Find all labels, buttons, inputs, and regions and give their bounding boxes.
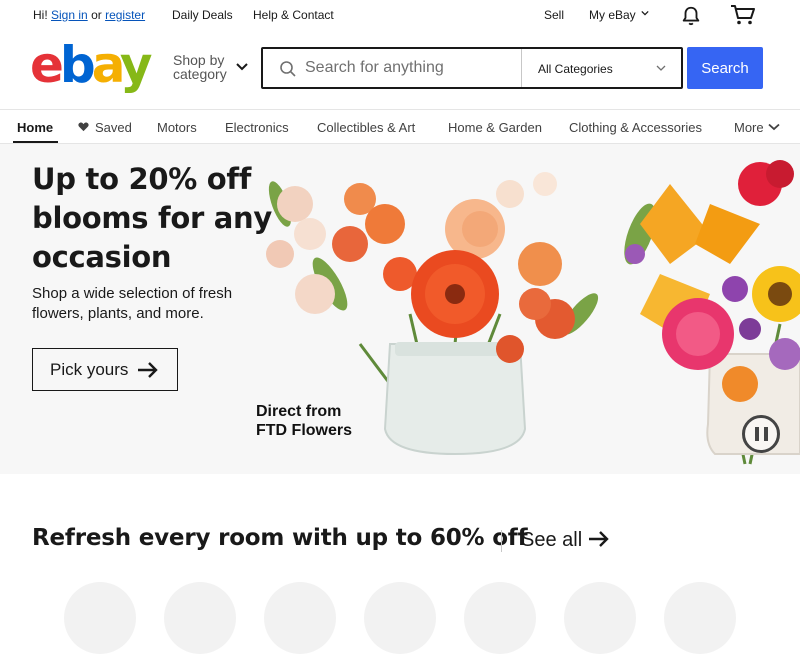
- nav-item-more-label: More: [734, 120, 764, 135]
- category-nav: Home Saved Motors Electronics Collectibl…: [0, 110, 800, 144]
- arrow-right-icon: [589, 531, 609, 547]
- nav-item-saved-label: Saved: [95, 120, 132, 135]
- pause-button[interactable]: [742, 415, 780, 453]
- chevron-down-icon: [656, 65, 666, 71]
- category-select-value: All Categories: [538, 62, 613, 76]
- or-text: or: [91, 8, 102, 22]
- top-utility-bar: Hi! Sign in or register Daily Deals Help…: [0, 0, 800, 30]
- see-all-label: See all: [521, 529, 583, 551]
- help-contact-link[interactable]: Help & Contact: [253, 8, 334, 22]
- chevron-down-icon: [768, 123, 780, 131]
- heart-icon: [78, 122, 89, 132]
- nav-item-home-garden[interactable]: Home & Garden: [448, 120, 542, 135]
- hero-banner[interactable]: Up to 20% off blooms for any occasion Sh…: [0, 144, 800, 474]
- pause-icon: [764, 427, 768, 441]
- bell-icon[interactable]: [680, 5, 702, 27]
- chevron-down-icon[interactable]: [235, 62, 249, 72]
- daily-deals-link[interactable]: Daily Deals: [172, 8, 233, 22]
- pick-yours-button[interactable]: Pick yours: [32, 348, 178, 391]
- arrow-right-icon: [138, 362, 158, 378]
- category-select[interactable]: All Categories: [521, 49, 681, 87]
- my-ebay-menu[interactable]: My eBay: [589, 8, 649, 22]
- logo-letter: e: [30, 36, 64, 94]
- nav-item-clothing-accessories[interactable]: Clothing & Accessories: [569, 120, 702, 135]
- search-input[interactable]: [305, 57, 515, 79]
- pause-icon: [755, 427, 759, 441]
- nav-item-saved[interactable]: Saved: [78, 120, 132, 135]
- category-thumbnails: [0, 582, 800, 654]
- divider: [501, 530, 502, 552]
- nav-item-electronics[interactable]: Electronics: [225, 120, 289, 135]
- nav-item-home[interactable]: Home: [17, 120, 53, 135]
- greeting-text: Hi!: [33, 8, 48, 22]
- category-thumbnail[interactable]: [364, 582, 436, 654]
- header: ebay Shop by category All Categories Sea…: [0, 30, 800, 110]
- logo-letter: b: [59, 36, 96, 94]
- section-title: Refresh every room with up to 60% off: [32, 525, 528, 551]
- search-button[interactable]: Search: [687, 47, 763, 89]
- search-icon: [280, 61, 296, 77]
- category-thumbnail[interactable]: [264, 582, 336, 654]
- ebay-logo[interactable]: ebay: [30, 40, 152, 90]
- sell-link[interactable]: Sell: [544, 8, 564, 22]
- category-thumbnail[interactable]: [64, 582, 136, 654]
- nav-item-more[interactable]: More: [734, 120, 780, 135]
- category-thumbnail[interactable]: [464, 582, 536, 654]
- sign-in-link[interactable]: Sign in: [51, 8, 88, 22]
- hero-title: Up to 20% off blooms for any occasion: [32, 162, 272, 274]
- logo-letter: a: [91, 36, 124, 94]
- my-ebay-label: My eBay: [589, 8, 636, 22]
- nav-item-motors[interactable]: Motors: [157, 120, 197, 135]
- search-bar: All Categories: [261, 47, 683, 89]
- category-thumbnail[interactable]: [664, 582, 736, 654]
- pick-yours-label: Pick yours: [50, 359, 129, 379]
- logo-letter: y: [119, 36, 153, 94]
- category-thumbnail[interactable]: [164, 582, 236, 654]
- active-tab-indicator: [13, 141, 58, 143]
- greeting: Hi! Sign in or register: [33, 8, 145, 22]
- hero-subtitle: Shop a wide selection of fresh flowers, …: [32, 285, 233, 322]
- cart-icon[interactable]: [730, 4, 756, 26]
- see-all-link[interactable]: See all: [521, 529, 610, 552]
- register-link[interactable]: register: [105, 8, 145, 22]
- shop-by-category-button[interactable]: Shop by category: [173, 53, 233, 81]
- category-thumbnail[interactable]: [564, 582, 636, 654]
- nav-item-collectibles-art[interactable]: Collectibles & Art: [317, 120, 415, 135]
- brand-tag: Direct from FTD Flowers: [256, 403, 353, 439]
- chevron-down-icon: [641, 10, 649, 16]
